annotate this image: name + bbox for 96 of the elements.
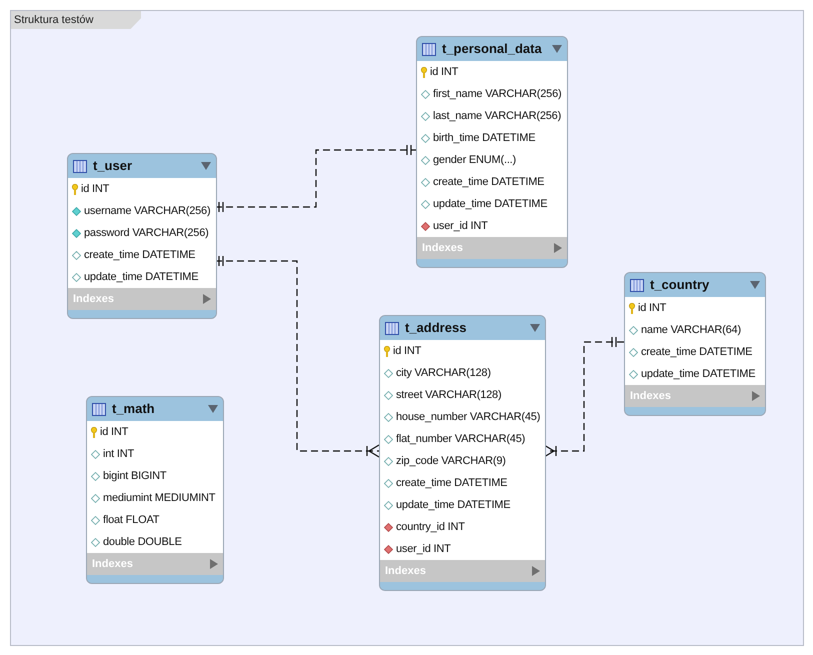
column-name: name VARCHAR(64) <box>641 322 741 338</box>
diamond-icon <box>384 368 393 378</box>
column-name: update_time DATETIME <box>84 270 198 285</box>
caret-icon[interactable] <box>208 405 218 413</box>
diamond-icon <box>72 206 81 216</box>
diamond-icon <box>91 450 100 458</box>
diamond-icon <box>384 390 393 400</box>
diamond-icon <box>384 544 393 554</box>
table-title: t_math <box>112 400 156 418</box>
diamond-icon <box>421 156 430 164</box>
expand-arrow-icon <box>532 566 540 576</box>
column-name: user_id INT <box>396 542 451 557</box>
expand-arrow-icon <box>752 391 760 401</box>
table-card[interactable]: t_user id INT username VARCHAR(256) password VARCHAR(256) create_time DATETIME update_time DATETIME Indexes <box>67 153 217 319</box>
column-name: user_id INT <box>433 218 488 234</box>
diamond-icon <box>91 494 100 502</box>
key-icon <box>421 66 427 78</box>
column-name: double DOUBLE <box>103 534 182 550</box>
table-icon <box>92 402 106 416</box>
diamond-icon <box>384 456 393 466</box>
caret-icon[interactable] <box>750 281 760 289</box>
column-name: bigint BIGINT <box>103 468 166 484</box>
diamond-icon <box>421 178 430 186</box>
table-icon <box>73 160 87 172</box>
expand-arrow-icon <box>554 243 562 253</box>
column-name: zip_code VARCHAR(9) <box>396 454 506 469</box>
column-name: id INT <box>393 344 422 359</box>
indexes-label: Indexes <box>73 292 114 307</box>
column-name: gender ENUM(...) <box>433 152 516 168</box>
table-card[interactable]: t_personal_data id INT first_name VARCHAR(256) last_name VARCHAR(256) birth_time DATETIME gender ENUM(...) create_time DATETIME update_time DATETIME user_id INT Indexes <box>416 36 568 268</box>
diamond-icon <box>72 250 81 260</box>
diamond-icon <box>72 272 81 282</box>
diamond-icon <box>72 228 81 238</box>
diamond-icon <box>629 370 638 378</box>
column-name: create_time DATETIME <box>641 344 752 360</box>
column-name: city VARCHAR(128) <box>396 366 491 381</box>
table-title: t_country <box>650 276 710 294</box>
column-name: first_name VARCHAR(256) <box>433 86 562 102</box>
caret-icon[interactable] <box>530 324 540 332</box>
column-name: flat_number VARCHAR(45) <box>396 432 526 447</box>
column-name: update_time DATETIME <box>641 366 756 382</box>
table-title: t_address <box>405 319 468 338</box>
diamond-icon <box>91 538 100 546</box>
column-name: id INT <box>81 182 110 197</box>
column-name: last_name VARCHAR(256) <box>433 108 562 124</box>
key-icon <box>629 302 635 314</box>
indexes-label: Indexes <box>385 564 426 579</box>
diamond-icon <box>384 412 393 422</box>
expand-arrow-icon <box>203 294 211 304</box>
column-name: house_number VARCHAR(45) <box>396 410 540 425</box>
column-name: id INT <box>100 424 128 440</box>
diamond-icon <box>384 434 393 444</box>
column-name: int INT <box>103 446 134 462</box>
column-name: id INT <box>638 300 666 316</box>
diamond-icon <box>421 222 430 230</box>
column-name: update_time DATETIME <box>396 498 510 513</box>
diamond-icon <box>91 516 100 524</box>
diamond-icon <box>384 500 393 510</box>
column-name: username VARCHAR(256) <box>84 204 210 219</box>
diamond-icon <box>629 326 638 334</box>
diamond-icon <box>421 200 430 208</box>
table-title: t_personal_data <box>442 40 543 58</box>
caret-icon[interactable] <box>201 162 211 170</box>
column-name: create_time DATETIME <box>433 174 544 190</box>
expand-arrow-icon <box>210 559 218 569</box>
diamond-icon <box>421 112 430 120</box>
column-name: birth_time DATETIME <box>433 130 536 146</box>
column-name: create_time DATETIME <box>84 248 196 263</box>
diamond-icon <box>421 134 430 142</box>
key-icon <box>72 184 78 194</box>
table-icon <box>630 278 644 292</box>
diamond-icon <box>91 472 100 480</box>
table-card[interactable]: t_math id INT int INT bigint BIGINT mediumint MEDIUMINT float FLOAT double DOUBLE Indexes <box>86 396 224 584</box>
diamond-icon <box>384 522 393 532</box>
column-name: id INT <box>430 64 458 80</box>
caret-icon[interactable] <box>552 45 562 53</box>
table-card[interactable]: t_address id INT city VARCHAR(128) street VARCHAR(128) house_number VARCHAR(45) flat_number VARCHAR(45) zip_code VARCHAR(9) create_time DATETIME update_time DATETIME country_id INT user_id INT Indexes <box>379 315 546 591</box>
diamond-icon <box>421 90 430 98</box>
column-name: password VARCHAR(256) <box>84 226 209 241</box>
column-name: country_id INT <box>396 520 465 535</box>
table-icon <box>385 322 399 334</box>
column-name: float FLOAT <box>103 512 160 528</box>
key-icon <box>91 426 97 438</box>
table-title: t_user <box>93 157 134 176</box>
table-icon <box>422 42 436 56</box>
table-card[interactable]: t_country id INT name VARCHAR(64) create_time DATETIME update_time DATETIME Indexes <box>624 272 766 416</box>
column-name: update_time DATETIME <box>433 196 548 212</box>
key-icon <box>384 346 390 356</box>
diamond-icon <box>384 478 393 488</box>
column-name: create_time DATETIME <box>396 476 508 491</box>
diamond-icon <box>629 348 638 356</box>
column-name: street VARCHAR(128) <box>396 388 502 403</box>
indexes-label: Indexes <box>422 240 463 256</box>
indexes-label: Indexes <box>630 388 671 404</box>
indexes-label: Indexes <box>92 556 133 572</box>
column-name: mediumint MEDIUMINT <box>103 490 216 506</box>
